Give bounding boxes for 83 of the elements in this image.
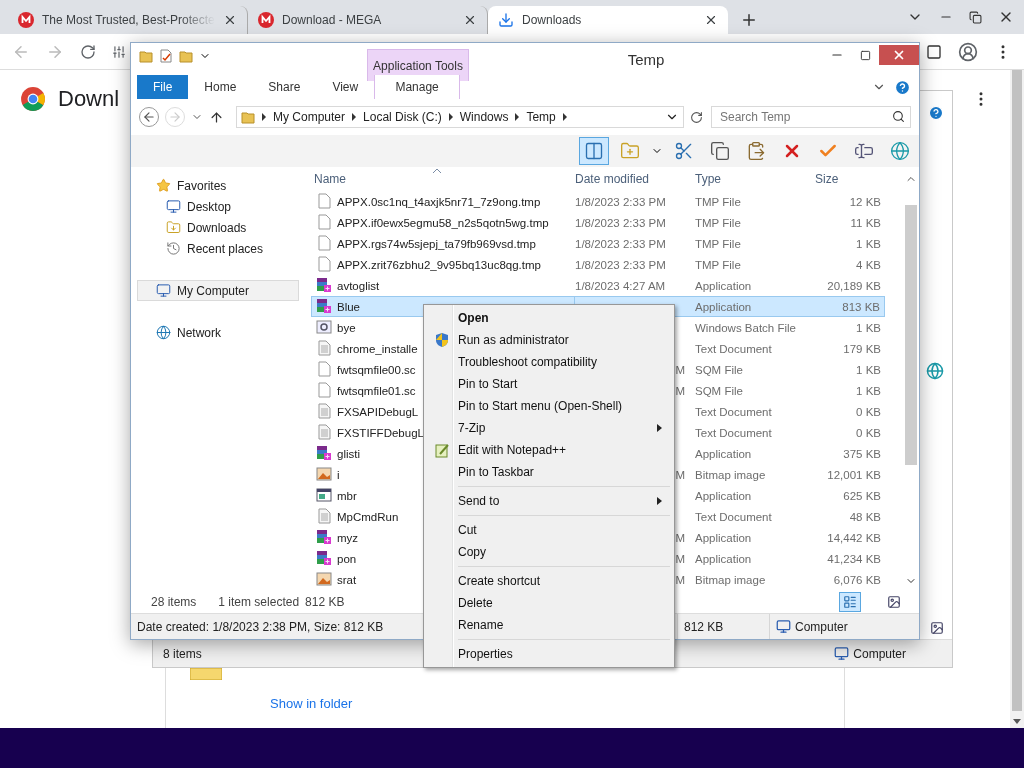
date-modified: 1/8/2023 2:33 PM [575,194,667,210]
date-modified: 1/8/2023 4:27 AM [575,278,667,294]
nav-label: Recent places [187,241,264,256]
file-name: FXSTIFFDebugL [337,426,424,439]
date-modified: M [674,467,686,483]
window-title: Temp [626,50,666,68]
date-modified: M [674,383,686,399]
status-text: 812 KB [305,595,345,609]
file-name: chrome_installe [337,342,418,355]
file-name: i [337,468,340,481]
status-text: 28 items [151,595,197,609]
file-name: APPX.rgs74w5sjepj_ta79fb969vsd.tmp [337,237,536,250]
file-type: TMP File [695,257,742,273]
details-text: Computer [795,619,848,634]
file-size: 1 KB [855,362,882,378]
file-type: Application [695,296,809,317]
file-type: Text Document [695,425,773,441]
date-modified: M [674,551,686,567]
status-text: Computer [853,646,906,661]
file-size: 1 KB [855,383,882,399]
file-name: MpCmdRun [337,510,399,523]
date-modified: 1/8/2023 2:33 PM [575,257,667,273]
page-title: Downl [58,86,120,112]
file-size: 12 KB [848,194,882,210]
file-type: Bitmap image [695,572,767,588]
file-name: pon [337,552,357,565]
file-name: avtoglist [337,279,380,292]
file-type: Application [695,446,753,462]
file-type: Windows Batch File [695,320,797,336]
file-size: 375 KB [842,446,882,462]
file-name: APPX.zrit76zbhu2_9v95bq13uc8qg.tmp [337,258,541,271]
file-size: 0 KB [855,425,882,441]
file-size: 1 KB [855,320,882,336]
date-modified: 1/8/2023 2:33 PM [575,236,667,252]
file-type: Text Document [695,404,773,420]
file-name: bye [337,321,356,334]
file-type: Application [695,488,753,504]
file-type: Text Document [695,509,773,525]
file-name: mbr [337,489,357,502]
file-type: Application [695,278,753,294]
file-type: Application [695,551,753,567]
file-name: fwtsqmfile01.sc [337,384,416,397]
details-text: 812 KB [684,619,724,634]
file-size: 625 KB [842,488,882,504]
nav-label: Downloads [187,220,247,235]
file-size: 1 KB [855,236,882,252]
file-size: 0 KB [855,404,882,420]
file-name: FXSAPIDebugL [337,405,419,418]
details-text: Date created: 1/8/2023 2:38 PM, Size: 812 KB [137,619,384,634]
file-type: TMP File [695,236,742,252]
status-text: 8 items [163,646,202,661]
file-size: 41,234 KB [826,551,882,567]
file-name: srat [337,573,357,586]
file-type: Text Document [695,341,773,357]
file-size: 11 KB [849,215,882,231]
file-size: 12,001 KB [826,467,882,483]
file-type: SQM File [695,383,744,399]
status-text: 1 item selected [218,595,300,609]
file-size: 20,189 KB [826,278,882,294]
file-size: 6,076 KB [832,572,882,588]
date-modified: M [674,572,686,588]
file-type: TMP File [695,194,742,210]
file-name: APPX.0sc1nq_t4axjk5nr71_7z9ong.tmp [337,195,541,208]
nav-label: My Computer [177,283,250,298]
file-size: 48 KB [848,509,882,525]
file-name: glisti [337,447,360,460]
nav-label: Desktop [187,199,232,214]
date-modified: M [674,530,686,546]
nav-label: Favorites [177,178,227,193]
file-name: Blue [337,300,361,313]
file-size: 14,442 KB [826,530,882,546]
file-type: Bitmap image [695,467,767,483]
file-type: Application [695,530,753,546]
file-name: myz [337,531,359,544]
file-type: TMP File [695,215,742,231]
nav-label: Network [177,325,221,340]
file-size: 4 KB [855,257,882,273]
file-size: 179 KB [842,341,882,357]
file-name: fwtsqmfile00.sc [337,363,416,376]
file-name: APPX.if0ewx5egmu58_n2s5qotn5wg.tmp [337,216,549,229]
date-modified: 1/8/2023 2:33 PM [575,215,667,231]
file-type: SQM File [695,362,744,378]
file-size: 813 KB [809,296,885,317]
